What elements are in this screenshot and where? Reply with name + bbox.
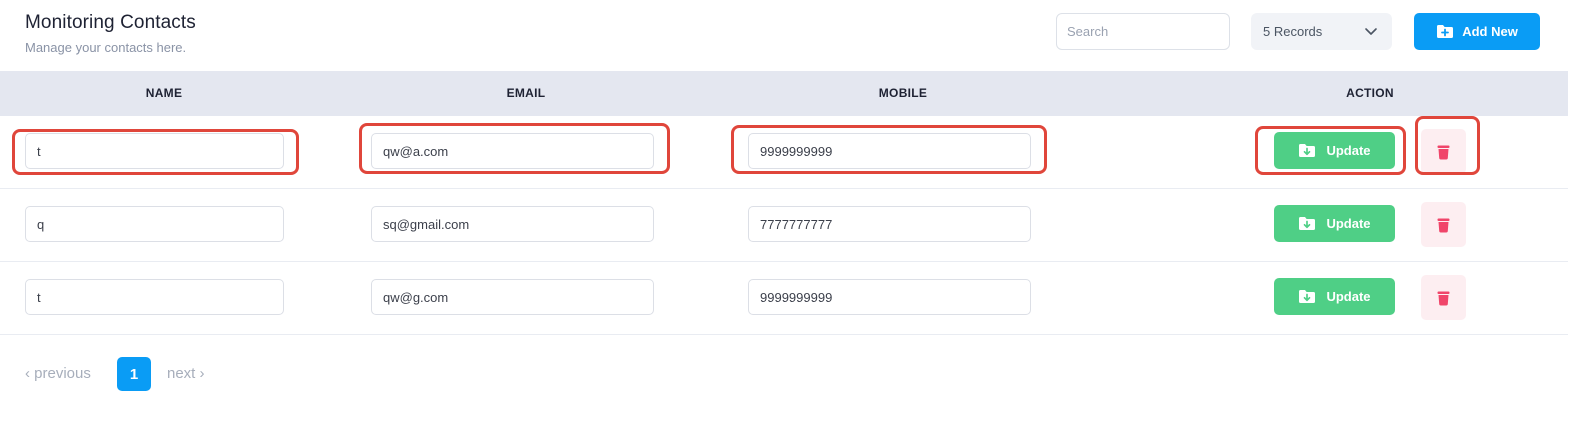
column-header-mobile: MOBILE: [878, 86, 928, 100]
next-page-link[interactable]: next ›: [167, 365, 205, 382]
previous-page-link[interactable]: ‹ previous: [25, 365, 91, 382]
add-new-label: Add New: [1462, 24, 1518, 39]
previous-page-label: previous: [34, 365, 91, 382]
trash-icon: [1437, 145, 1450, 159]
page-title: Monitoring Contacts: [25, 12, 196, 33]
column-header-name: NAME: [145, 86, 183, 100]
update-label: Update: [1326, 143, 1371, 158]
update-label: Update: [1326, 216, 1371, 231]
page-number-button[interactable]: 1: [117, 357, 151, 391]
page-header: Monitoring Contacts Manage your contacts…: [0, 0, 1576, 71]
delete-button[interactable]: [1421, 129, 1466, 174]
name-field[interactable]: [25, 133, 284, 169]
table-row: Update: [0, 116, 1568, 189]
name-field[interactable]: [25, 279, 284, 315]
column-header-action: ACTION: [1346, 86, 1394, 100]
mobile-field[interactable]: [748, 206, 1031, 242]
trash-icon: [1437, 291, 1450, 305]
mobile-field[interactable]: [748, 279, 1031, 315]
update-button[interactable]: Update: [1274, 278, 1395, 315]
folder-download-icon: [1299, 290, 1316, 303]
folder-plus-icon: [1437, 25, 1454, 38]
mobile-field[interactable]: [748, 133, 1031, 169]
table-row: Update: [0, 189, 1568, 262]
folder-download-icon: [1299, 144, 1316, 157]
column-header-email: EMAIL: [506, 86, 546, 100]
delete-button[interactable]: [1421, 275, 1466, 320]
pagination: ‹ previous 1 next ›: [0, 357, 400, 391]
folder-download-icon: [1299, 217, 1316, 230]
add-new-button[interactable]: Add New: [1414, 13, 1540, 50]
update-button[interactable]: Update: [1274, 132, 1395, 169]
update-button[interactable]: Update: [1274, 205, 1395, 242]
page-subtitle: Manage your contacts here.: [25, 40, 187, 55]
records-per-page-value: 5 Records: [1263, 24, 1323, 39]
name-field[interactable]: [25, 206, 284, 242]
table-header: NAME EMAIL MOBILE ACTION: [0, 71, 1568, 116]
update-label: Update: [1326, 289, 1371, 304]
search-input[interactable]: [1056, 13, 1230, 50]
email-field[interactable]: [371, 206, 654, 242]
delete-button[interactable]: [1421, 202, 1466, 247]
table-row: Update: [0, 262, 1568, 335]
chevron-down-icon: [1365, 28, 1377, 35]
trash-icon: [1437, 218, 1450, 232]
email-field[interactable]: [371, 133, 654, 169]
email-field[interactable]: [371, 279, 654, 315]
next-page-label: next: [167, 365, 196, 382]
records-per-page-select[interactable]: 5 Records: [1251, 13, 1392, 50]
